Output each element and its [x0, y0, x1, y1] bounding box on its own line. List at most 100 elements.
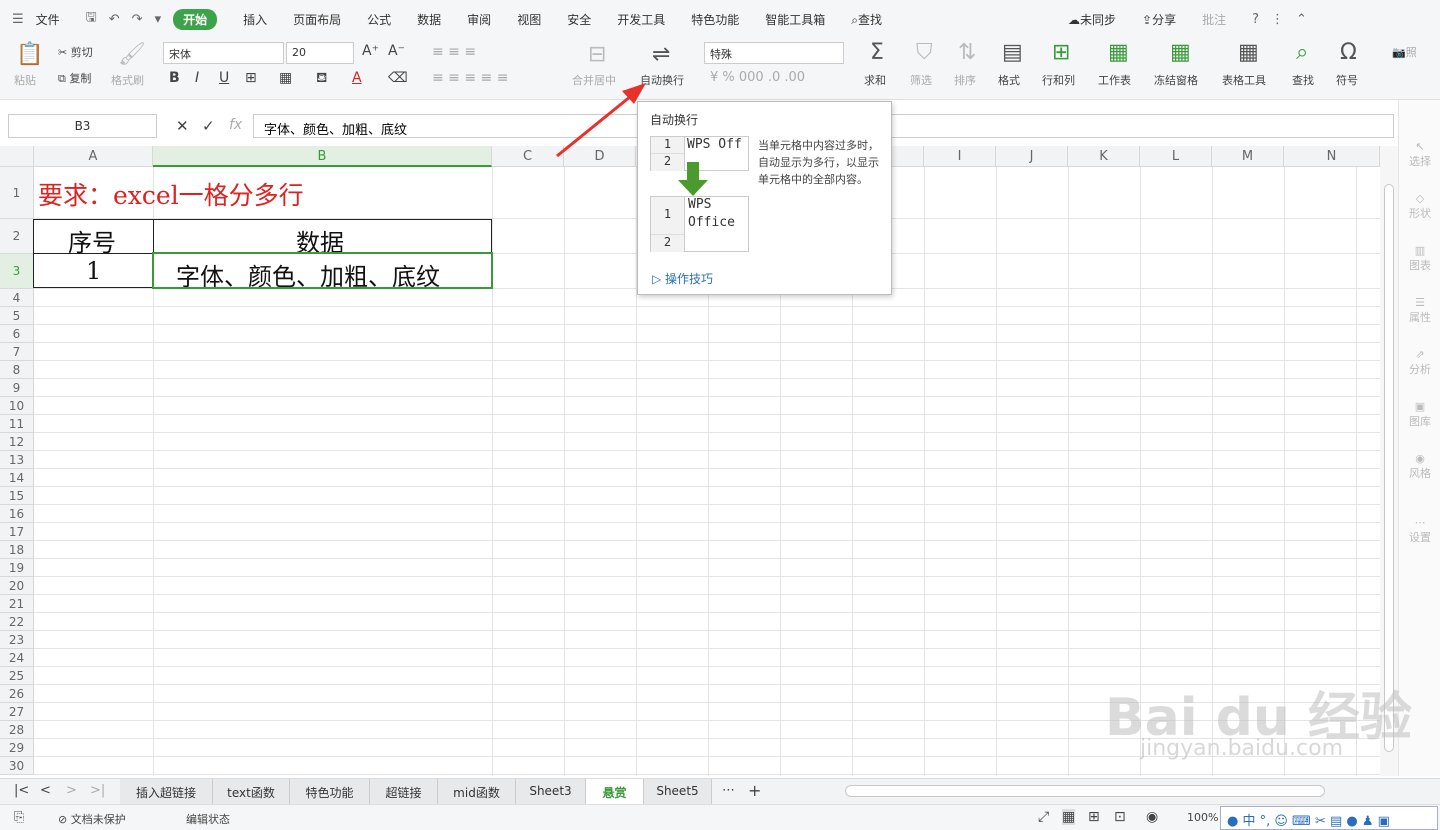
select-all-corner[interactable] — [0, 146, 34, 167]
italic-icon[interactable]: I — [195, 70, 199, 86]
row-header[interactable]: 24 — [0, 649, 34, 667]
row-header[interactable]: 26 — [0, 685, 34, 703]
freeze-label[interactable]: 冻结窗格 — [1154, 72, 1198, 88]
wrap-text-button[interactable]: 自动换行 — [640, 72, 684, 88]
tab-home[interactable]: 开始 — [173, 8, 218, 30]
col-header-l[interactable]: L — [1140, 146, 1212, 167]
row-header[interactable]: 14 — [0, 469, 34, 487]
row-col-label[interactable]: 行和列 — [1042, 72, 1075, 88]
title-cell[interactable]: 要求：excel一格分多行 — [38, 176, 304, 212]
panel-select[interactable]: ↖ 选择 — [1403, 140, 1437, 169]
col-header-b[interactable]: B — [153, 146, 492, 167]
photo-button[interactable]: 📷照 — [1392, 44, 1417, 60]
row-header[interactable]: 22 — [0, 613, 34, 631]
cut-button[interactable]: ✂ 剪切 — [58, 44, 93, 60]
tab-page-layout[interactable]: 页面布局 — [293, 11, 341, 28]
search-command[interactable]: ⌕查找 — [851, 11, 882, 28]
paste-icon[interactable]: 📋 — [16, 42, 43, 67]
col-header-a[interactable]: A — [34, 146, 153, 167]
decrease-font-icon[interactable]: A⁻ — [388, 43, 405, 59]
currency-icon[interactable]: ¥ % 000 .0 .00 — [710, 70, 805, 85]
row-header[interactable]: 6 — [0, 325, 34, 343]
kebab-icon[interactable]: ⋮ — [1271, 12, 1284, 27]
tips-link[interactable]: ▷ 操作技巧 — [652, 270, 713, 287]
sum-label[interactable]: 求和 — [864, 72, 886, 88]
collapse-icon[interactable]: ⌃ — [1296, 12, 1307, 27]
sheet-tab-8[interactable]: Sheet5 — [644, 779, 712, 804]
tab-smart-tools[interactable]: 智能工具箱 — [765, 11, 825, 28]
row-col-icon[interactable]: ⊞ — [1052, 40, 1070, 65]
row-header[interactable]: 29 — [0, 739, 34, 757]
horizontal-scrollbar[interactable] — [845, 785, 1325, 797]
redo-icon[interactable]: ↷ — [132, 12, 143, 27]
add-sheet-icon[interactable]: + — [748, 781, 761, 800]
row-header[interactable]: 9 — [0, 379, 34, 397]
freeze-icon[interactable]: ▦ — [1170, 40, 1191, 65]
border-icon[interactable]: ⊞ — [245, 70, 257, 86]
tab-security[interactable]: 安全 — [567, 11, 591, 28]
normal-view-icon[interactable]: ▦ — [1062, 809, 1076, 825]
protect-status[interactable]: ⊘ 文档未保护 — [58, 811, 126, 827]
ime-toolbar[interactable]: ● 中 °, ☺ ⌨ ✂ ▤ ● ♟ ▣ — [1220, 806, 1438, 830]
panel-shape[interactable]: ◇ 形状 — [1403, 192, 1437, 221]
sheet-tab-6[interactable]: Sheet3 — [516, 779, 586, 804]
row-header[interactable]: 20 — [0, 577, 34, 595]
bold-icon[interactable]: B — [169, 70, 180, 86]
format-label[interactable]: 格式 — [998, 72, 1020, 88]
row-header[interactable]: 7 — [0, 343, 34, 361]
table-tools-label[interactable]: 表格工具 — [1222, 72, 1266, 88]
col-header-m[interactable]: M — [1212, 146, 1284, 167]
row-header[interactable]: 23 — [0, 631, 34, 649]
font-color-icon[interactable]: A — [352, 70, 362, 86]
tab-developer[interactable]: 开发工具 — [617, 11, 665, 28]
page-layout-icon[interactable]: ⊡ — [1114, 809, 1126, 825]
panel-style[interactable]: ◉ 风格 — [1403, 452, 1437, 481]
panel-chart[interactable]: ▥ 图表 — [1403, 244, 1437, 273]
find-icon[interactable]: ⌕ — [1296, 40, 1308, 65]
row-header[interactable]: 16 — [0, 505, 34, 523]
page-break-icon[interactable]: ⊞ — [1088, 809, 1100, 825]
tab-insert[interactable]: 插入 — [243, 11, 267, 28]
font-size-select[interactable]: 20 — [286, 42, 354, 64]
sheet-tab-4[interactable]: 超链接 — [370, 779, 438, 804]
save-icon[interactable]: 🖫 — [86, 8, 97, 30]
panel-property[interactable]: ☰ 属性 — [1403, 296, 1437, 325]
tab-formula[interactable]: 公式 — [367, 11, 391, 28]
confirm-icon[interactable]: ✓ — [202, 117, 215, 135]
hamburger-icon[interactable]: ☰ — [12, 12, 24, 27]
merge-center-icon[interactable]: ⊟ — [588, 42, 606, 67]
row-header[interactable]: 3 — [0, 254, 34, 289]
row-header[interactable]: 25 — [0, 667, 34, 685]
row-header[interactable]: 12 — [0, 433, 34, 451]
row-header[interactable]: 19 — [0, 559, 34, 577]
zoom-level[interactable]: 100% — [1187, 811, 1218, 824]
panel-analysis[interactable]: ⇗ 分析 — [1403, 348, 1437, 377]
find-label[interactable]: 查找 — [1292, 72, 1314, 88]
row-header[interactable]: 5 — [0, 307, 34, 325]
col-header-j[interactable]: J — [996, 146, 1068, 167]
col-header-n[interactable]: N — [1284, 146, 1380, 167]
sort-label[interactable]: 排序 — [954, 72, 976, 88]
row-header[interactable]: 11 — [0, 415, 34, 433]
row-header[interactable]: 10 — [0, 397, 34, 415]
col-header-c[interactable]: C — [492, 146, 564, 167]
filter-label[interactable]: 筛选 — [910, 72, 932, 88]
paste-label[interactable]: 粘贴 — [14, 72, 36, 88]
scroll-thumb[interactable] — [1384, 184, 1394, 752]
next-sheet-icon[interactable]: > — [66, 783, 77, 798]
format-painter-label[interactable]: 格式刷 — [111, 72, 144, 88]
sheet-tab-3[interactable]: 特色功能 — [290, 779, 370, 804]
underline-icon[interactable]: U — [219, 70, 229, 86]
wrap-text-icon[interactable]: ⇌ — [652, 42, 670, 67]
more-sheets-icon[interactable]: ⋯ — [722, 783, 735, 798]
row-header[interactable]: 30 — [0, 757, 34, 775]
macro-icon[interactable]: ⎘ — [14, 810, 24, 825]
col-header-k[interactable]: K — [1068, 146, 1140, 167]
row-header[interactable]: 8 — [0, 361, 34, 379]
tab-data[interactable]: 数据 — [417, 11, 441, 28]
worksheet-icon[interactable]: ▦ — [1108, 40, 1129, 65]
panel-settings[interactable]: ⋯ 设置 — [1403, 516, 1437, 545]
merge-center-label[interactable]: 合并居中 — [572, 72, 616, 88]
tab-features[interactable]: 特色功能 — [691, 11, 739, 28]
align-left-icon[interactable]: ≡ ≡ ≡ ≡ ≡ — [432, 70, 508, 86]
